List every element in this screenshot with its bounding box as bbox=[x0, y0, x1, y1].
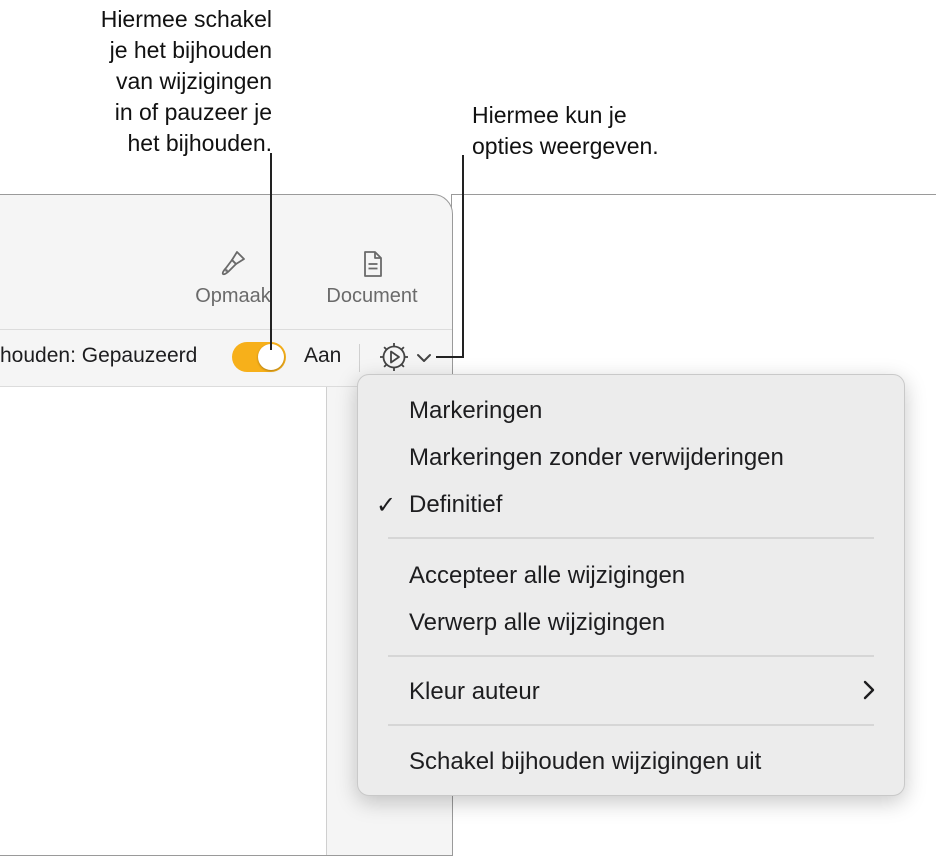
menu-separator bbox=[388, 724, 874, 726]
document-button[interactable]: Document bbox=[311, 249, 433, 308]
tracking-toggle-switch[interactable] bbox=[232, 342, 286, 372]
callout-line-text: je het bijhouden bbox=[109, 37, 272, 63]
checkmark-icon: ✓ bbox=[376, 492, 397, 519]
callout-toggle-tracking: Hiermee schakel je het bijhouden van wij… bbox=[20, 4, 272, 159]
menu-item-turn-off-tracking[interactable]: Schakel bijhouden wijzigingen uit bbox=[358, 742, 904, 782]
callout-line-text: opties weergeven. bbox=[472, 133, 659, 159]
menu-item-label: Markeringen bbox=[409, 397, 543, 424]
callout-pointer-line bbox=[436, 356, 464, 358]
callout-line-text: Hiermee kun je bbox=[472, 102, 627, 128]
format-button-label: Opmaak bbox=[195, 285, 271, 307]
options-button[interactable] bbox=[376, 339, 436, 375]
on-label: Aan bbox=[304, 344, 342, 367]
callout-pointer-line bbox=[270, 153, 272, 350]
document-icon bbox=[364, 251, 382, 277]
menu-item-final[interactable]: ✓ Definitief bbox=[358, 485, 904, 525]
document-page[interactable] bbox=[0, 387, 327, 855]
menu-item-label: Accepteer alle wijzigingen bbox=[409, 562, 686, 589]
paintbrush-icon bbox=[221, 251, 245, 276]
menu-item-label: Verwerp alle wijzigingen bbox=[409, 609, 666, 636]
options-menu: Markeringen Markeringen zonder verwijder… bbox=[357, 374, 905, 796]
menu-item-accept-all[interactable]: Accepteer alle wijzigingen bbox=[358, 556, 904, 596]
menu-separator bbox=[388, 537, 874, 539]
format-button[interactable]: Opmaak bbox=[185, 249, 281, 308]
callout-line-text: het bijhouden. bbox=[127, 130, 272, 156]
menu-item-label: Kleur auteur bbox=[409, 678, 540, 705]
callout-line-text: van wijzigingen bbox=[116, 68, 272, 94]
menu-item-markup[interactable]: Markeringen bbox=[358, 391, 904, 431]
callout-line-text: Hiermee schakel bbox=[100, 6, 272, 32]
chevron-right-icon bbox=[863, 680, 875, 700]
bar-separator bbox=[359, 344, 360, 372]
callout-options: Hiermee kun je opties weergeven. bbox=[472, 100, 772, 162]
menu-item-author-color[interactable]: Kleur auteur bbox=[358, 672, 904, 712]
gear-icon bbox=[380, 343, 408, 371]
callout-pointer-line bbox=[462, 155, 464, 358]
menu-item-markup-without-deletions[interactable]: Markeringen zonder verwijderingen bbox=[358, 438, 904, 478]
menu-item-label: Definitief bbox=[409, 491, 503, 518]
document-button-label: Document bbox=[326, 285, 418, 307]
chevron-down-icon bbox=[417, 354, 431, 362]
callout-line-text: in of pauzeer je bbox=[114, 99, 272, 125]
tracking-status-label: houden: Gepauzeerd bbox=[0, 344, 198, 367]
menu-separator bbox=[388, 655, 874, 657]
menu-item-label: Schakel bijhouden wijzigingen uit bbox=[409, 748, 762, 775]
menu-item-reject-all[interactable]: Verwerp alle wijzigingen bbox=[358, 603, 904, 643]
menu-item-label: Markeringen zonder verwijderingen bbox=[409, 444, 784, 471]
